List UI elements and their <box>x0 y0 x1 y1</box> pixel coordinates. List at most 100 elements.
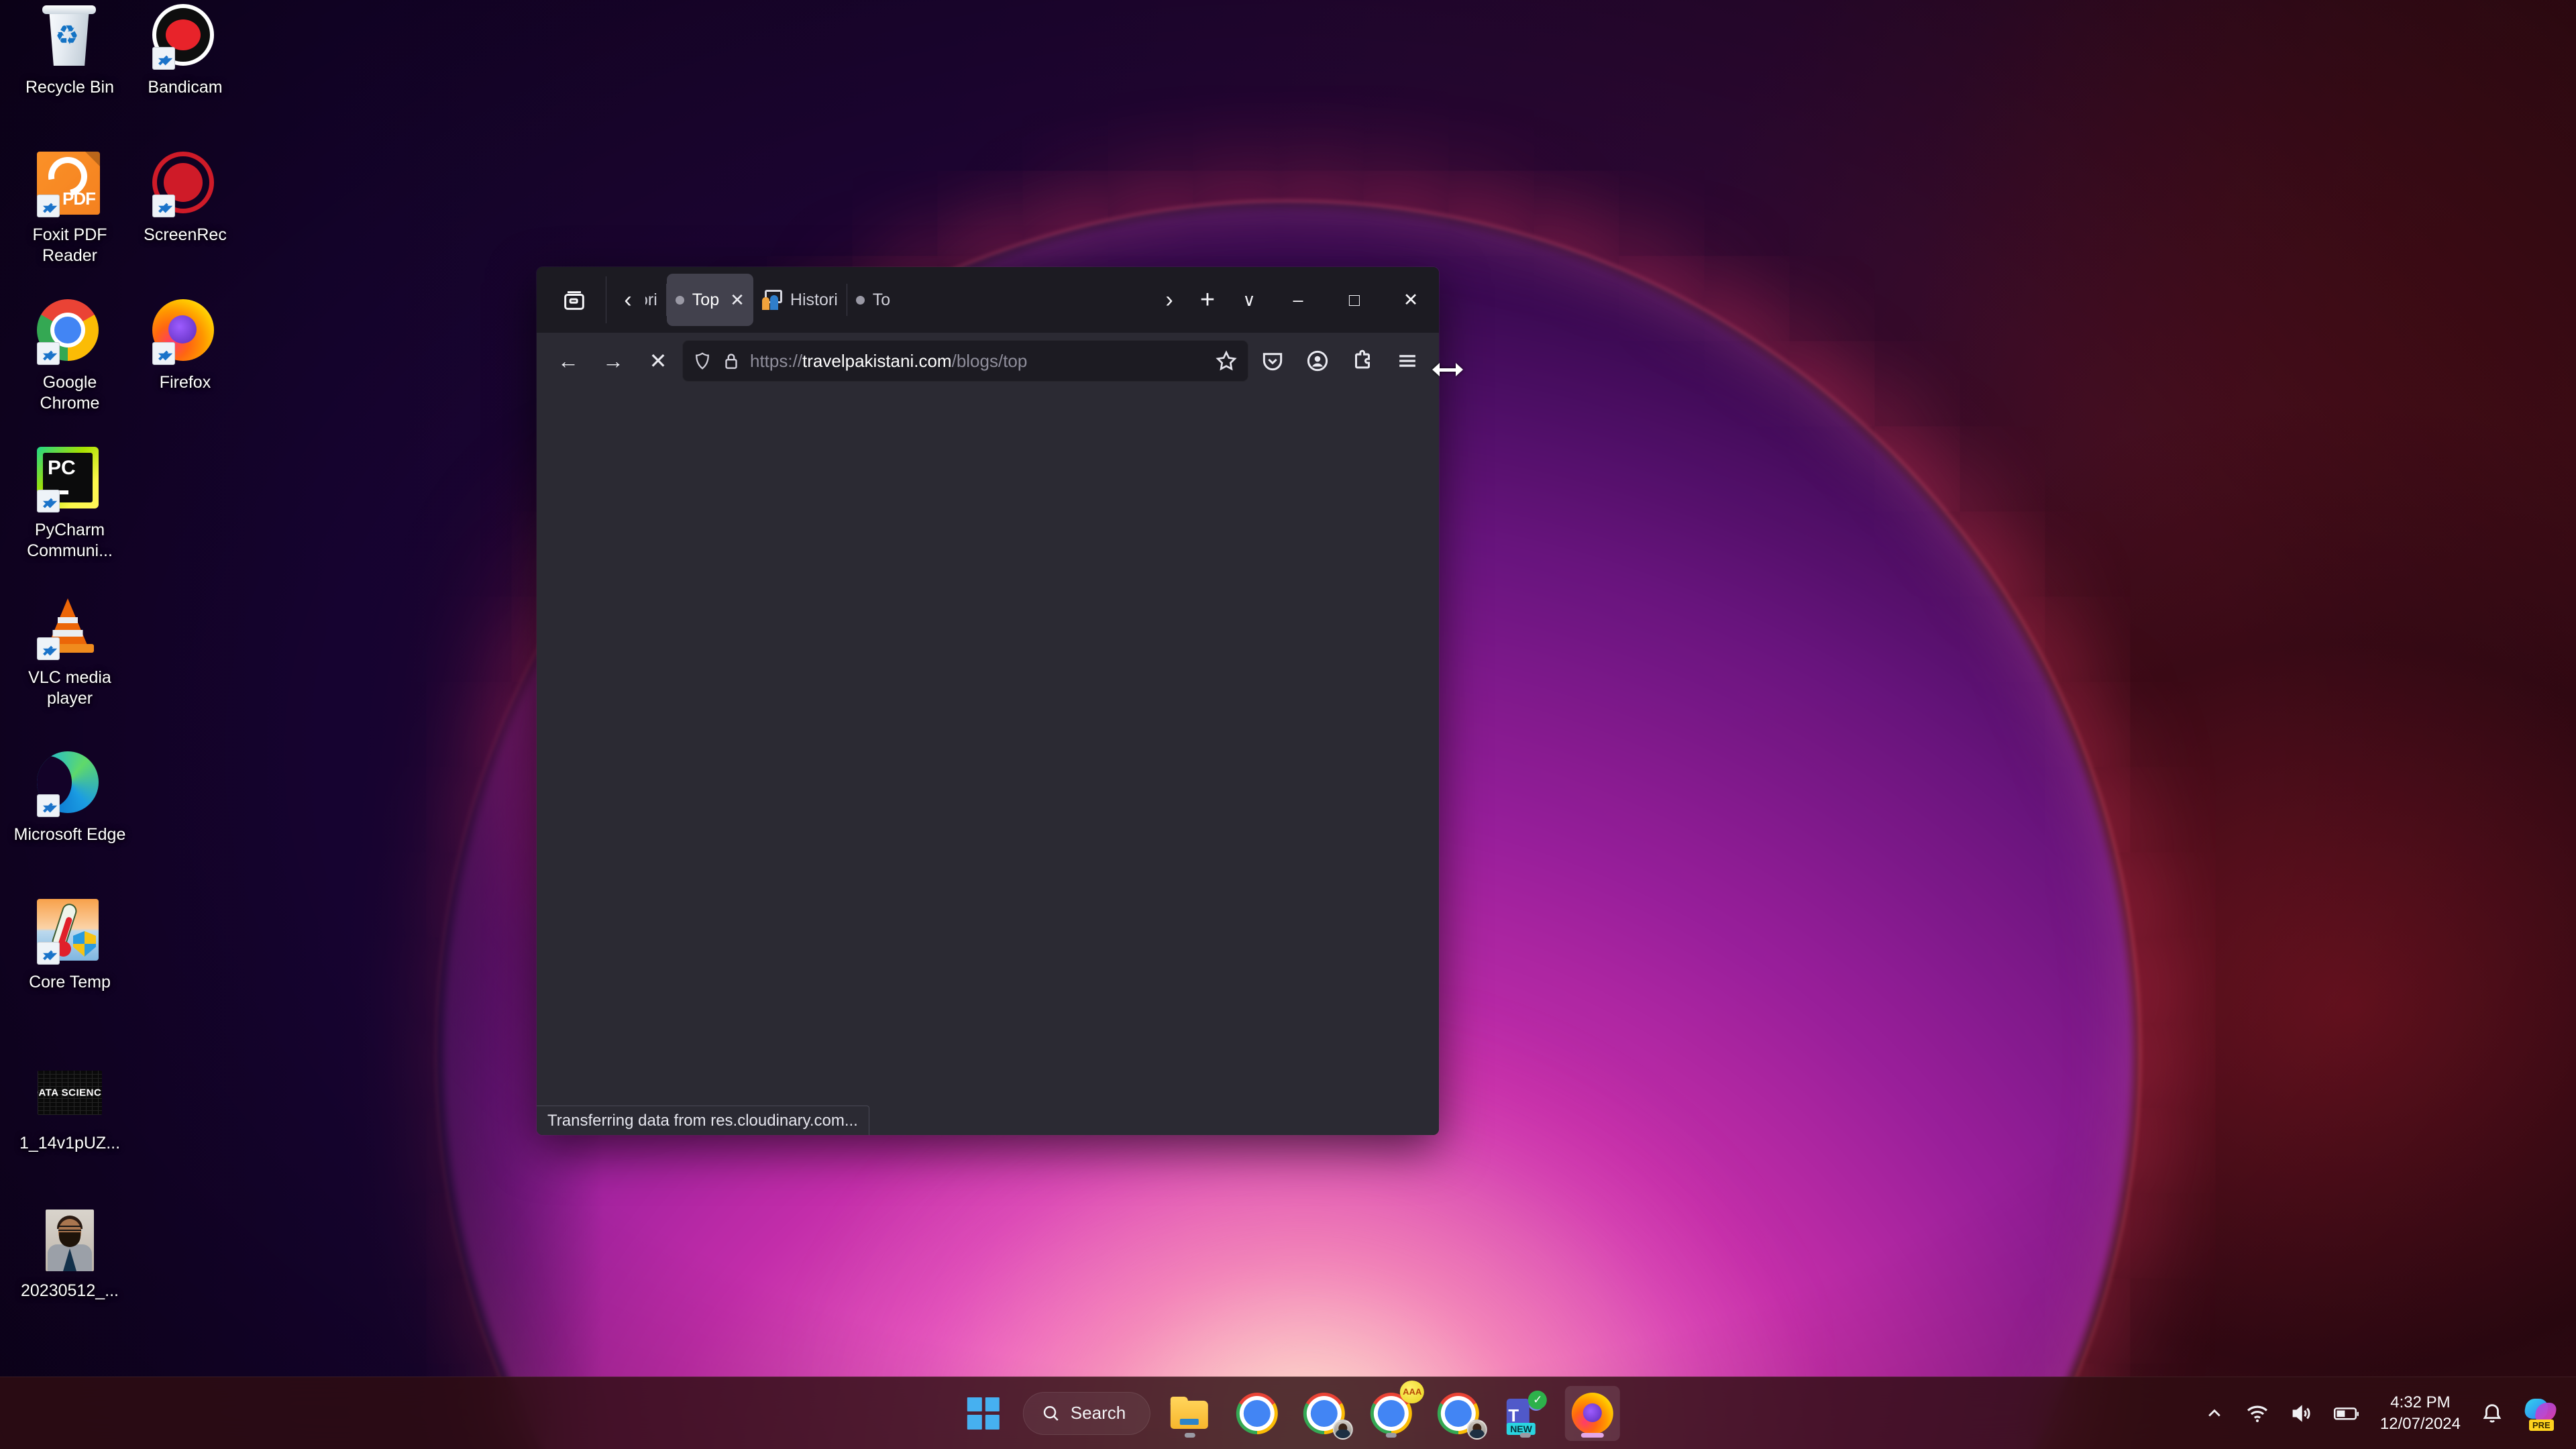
desktop-icon-label: Core Temp <box>29 973 111 991</box>
desktop-icon-data-science-image[interactable]: DATA SCIENCE 1_14v1pUZ... <box>12 1060 127 1154</box>
windows-taskbar: Search AAA T ✓ NEW 4:32 PM 12/07/2024 PR… <box>0 1377 2576 1449</box>
firefox-view-button[interactable] <box>542 276 606 323</box>
desktop-icon-core-temp[interactable]: Core Temp <box>12 899 127 993</box>
copilot-button[interactable]: PRE <box>2523 1397 2559 1431</box>
tab-scroll-right-button[interactable]: › <box>1152 276 1187 323</box>
taskbar-item-google-chrome-4[interactable] <box>1431 1386 1488 1441</box>
system-tray: 4:32 PM 12/07/2024 PRE <box>2203 1377 2576 1449</box>
taskbar-item-microsoft-teams[interactable]: T ✓ NEW <box>1498 1386 1553 1441</box>
tab-title: To <box>872 290 891 309</box>
tab-close-icon[interactable]: ✕ <box>730 290 745 311</box>
windows-logo-icon <box>967 1397 1000 1430</box>
shortcut-overlay-icon <box>152 195 175 217</box>
minimize-icon: – <box>1293 289 1303 310</box>
desktop-icon-label: Foxit PDF Reader <box>32 225 107 265</box>
browser-content-area[interactable]: Transferring data from res.cloudinary.co… <box>537 389 1439 1135</box>
start-button[interactable] <box>956 1386 1011 1441</box>
desktop-icon-bandicam[interactable]: Bandicam <box>127 4 243 98</box>
tracking-protection-shield-icon[interactable] <box>692 350 712 372</box>
plus-icon: + <box>1199 285 1216 314</box>
chevron-down-icon: ∨ <box>1242 289 1256 310</box>
browser-tab[interactable]: ori <box>645 274 666 326</box>
photo-thumbnail-icon <box>37 1208 103 1273</box>
desktop-icon-label: 20230512_... <box>21 1281 119 1300</box>
address-bar[interactable]: https://travelpakistani.com/blogs/top <box>682 340 1248 382</box>
desktop-icon-firefox[interactable]: Firefox <box>127 299 243 393</box>
search-label: Search <box>1070 1403 1126 1423</box>
profile-avatar-badge-icon <box>1333 1419 1354 1440</box>
battery-button[interactable] <box>2333 1402 2361 1425</box>
teams-icon: T ✓ NEW <box>1507 1390 1548 1435</box>
shortcut-overlay-icon <box>152 47 175 70</box>
shortcut-overlay-icon <box>37 195 60 217</box>
wifi-icon <box>2247 1405 2267 1422</box>
url-host: travelpakistani.com <box>802 350 952 371</box>
desktop-icon-photo-thumbnail[interactable]: 20230512_... <box>12 1208 127 1301</box>
bookmark-star-icon[interactable] <box>1214 349 1238 373</box>
pocket-button[interactable] <box>1252 340 1293 382</box>
desktop-icon-pycharm[interactable]: PC PyCharm Communi... <box>12 447 127 561</box>
taskbar-item-google-chrome-1[interactable] <box>1230 1386 1285 1441</box>
screenrec-icon <box>152 152 218 217</box>
shortcut-overlay-icon <box>37 342 60 365</box>
clock-date: 12/07/2024 <box>2379 1414 2461 1433</box>
close-x-icon: ✕ <box>649 349 667 373</box>
taskbar-item-firefox[interactable] <box>1565 1385 1621 1441</box>
back-button[interactable]: ← <box>547 340 589 382</box>
desktop-icon-google-chrome[interactable]: Google Chrome <box>12 299 127 414</box>
close-window-button[interactable]: ✕ <box>1383 267 1439 333</box>
volume-button[interactable] <box>2289 1401 2314 1426</box>
chevron-up-icon <box>2208 1409 2220 1417</box>
shortcut-overlay-icon <box>37 794 60 817</box>
browser-tab-active[interactable]: Top ✕ <box>666 274 753 326</box>
firefox-browser-window[interactable]: ‹ ori Top ✕ Histori To › <box>537 267 1439 1135</box>
url-text[interactable]: https://travelpakistani.com/blogs/top <box>750 351 1205 372</box>
tab-scroll-left-button[interactable]: ‹ <box>610 276 645 323</box>
desktop-icon-recycle-bin[interactable]: ♻ Recycle Bin <box>12 4 127 98</box>
show-hidden-icons-button[interactable] <box>2203 1402 2226 1425</box>
browser-tab[interactable]: Histori <box>753 274 847 326</box>
data-science-image-icon: DATA SCIENCE <box>37 1060 103 1126</box>
new-tab-button[interactable]: + <box>1187 279 1228 321</box>
app-menu-button[interactable] <box>1387 340 1428 382</box>
stop-loading-button[interactable]: ✕ <box>637 340 679 382</box>
firefox-icon <box>152 299 218 365</box>
pycharm-icon: PC <box>37 447 103 513</box>
tab-title: Top <box>692 290 720 309</box>
taskbar-clock[interactable]: 4:32 PM 12/07/2024 <box>2380 1392 2461 1434</box>
pocket-icon <box>1263 353 1283 371</box>
running-indicator <box>1520 1432 1532 1438</box>
desktop-icon-label: PyCharm Communi... <box>27 521 113 560</box>
notifications-button[interactable] <box>2479 1401 2505 1426</box>
network-button[interactable] <box>2245 1401 2270 1426</box>
desktop-icon-label: Firefox <box>159 373 211 392</box>
extensions-button[interactable] <box>1342 340 1383 382</box>
maximize-button[interactable]: □ <box>1326 267 1383 333</box>
copilot-preview-badge: PRE <box>2529 1419 2554 1431</box>
bandicam-icon <box>152 4 218 70</box>
desktop-icon-screenrec[interactable]: ScreenRec <box>127 152 243 246</box>
desktop-icon-vlc-media-player[interactable]: VLC media player <box>12 594 127 709</box>
account-icon <box>1307 350 1328 372</box>
desktop-icon-foxit-pdf-reader[interactable]: PDF Foxit PDF Reader <box>12 152 127 266</box>
forward-button[interactable]: → <box>592 340 634 382</box>
desktop-icon-label: 1_14v1pUZ... <box>19 1134 121 1152</box>
arrow-left-icon: ← <box>557 348 579 373</box>
shortcut-overlay-icon <box>37 490 60 513</box>
taskbar-search-box[interactable]: Search <box>1022 1391 1151 1435</box>
vlc-icon <box>37 594 103 660</box>
taskbar-item-google-chrome-2[interactable] <box>1297 1386 1354 1441</box>
window-controls: – □ ✕ <box>1270 267 1439 333</box>
taskbar-item-google-chrome-3[interactable]: AAA <box>1364 1380 1425 1441</box>
padlock-icon[interactable] <box>721 350 741 372</box>
desktop-icon-microsoft-edge[interactable]: Microsoft Edge <box>12 751 127 845</box>
battery-icon <box>2333 1407 2359 1420</box>
list-all-tabs-button[interactable]: ∨ <box>1228 279 1270 321</box>
copilot-icon: PRE <box>2523 1397 2559 1431</box>
minimize-button[interactable]: – <box>1270 267 1326 333</box>
taskbar-item-file-explorer[interactable] <box>1163 1386 1218 1441</box>
account-button[interactable] <box>1297 340 1338 382</box>
browser-tab[interactable]: To <box>847 274 899 326</box>
profile-avatar-badge-icon <box>1467 1419 1488 1440</box>
horizontal-resize-cursor <box>1432 361 1463 378</box>
